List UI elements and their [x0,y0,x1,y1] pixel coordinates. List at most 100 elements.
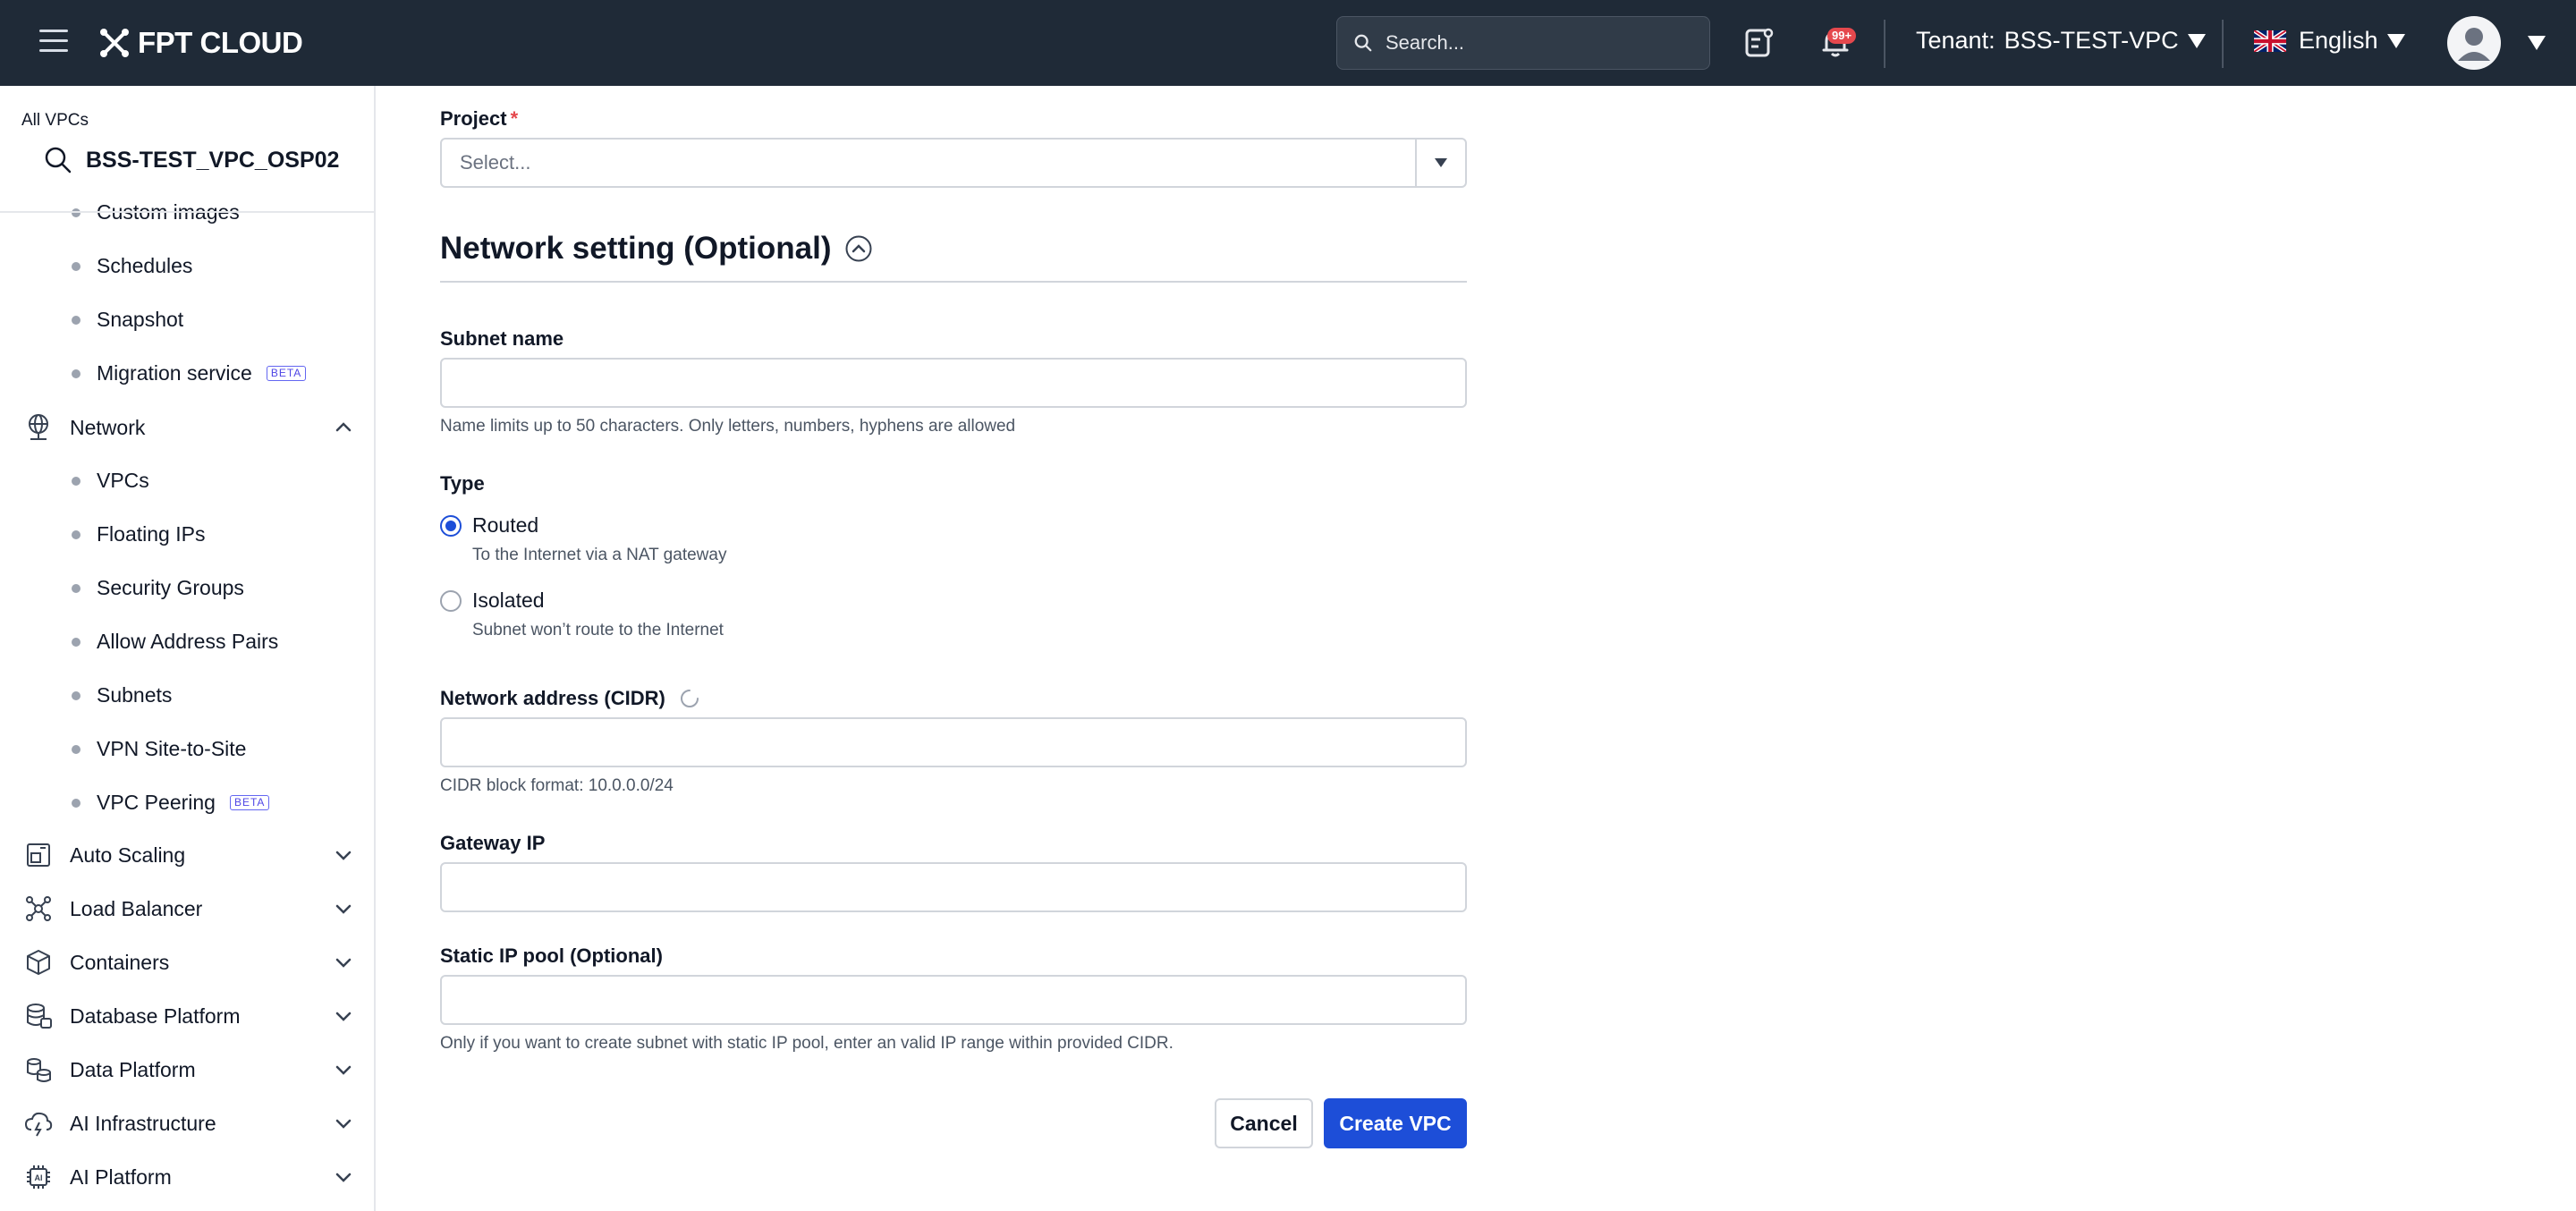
sidebar-section-network[interactable]: Network [23,410,354,445]
uk-flag-icon [2254,30,2286,52]
all-vpcs-link[interactable]: All VPCs [21,111,89,131]
avatar-caret-down-icon[interactable] [2528,36,2546,50]
sidebar-item-schedules[interactable]: Schedules [72,254,192,278]
sidebar-section-ai-platform[interactable]: AI AI Platform [23,1159,354,1195]
search-icon [45,147,72,174]
fpt-cloud-logo[interactable]: FPT CLOUD [97,25,303,61]
sidebar-item-migration-service[interactable]: Migration service BETA [72,361,307,385]
static-ip-pool-help: Only if you want to create subnet with s… [440,1034,1174,1053]
data-platform-icon [27,1058,51,1082]
bullet-icon [72,583,80,593]
project-select-toggle[interactable] [1415,140,1465,186]
beta-badge: BETA [266,366,307,381]
create-vpc-button[interactable]: Create VPC [1324,1098,1467,1148]
type-option-isolated[interactable]: Isolated [440,589,545,613]
cidr-help: CIDR block format: 10.0.0.0/24 [440,776,674,795]
sidebar-section-label: Load Balancer [70,896,203,920]
search-icon [1354,34,1372,52]
bullet-icon [72,798,80,808]
logo-text: FPT CLOUD [138,26,303,59]
routed-help: To the Internet via a NAT gateway [472,546,727,564]
radio-isolated[interactable] [440,589,462,612]
subnet-name-input[interactable] [440,358,1467,408]
svg-text:AI: AI [35,1173,43,1182]
sidebar-item-label: Subnets [97,683,173,707]
project-select[interactable]: Select... [440,138,1467,188]
cidr-input[interactable] [440,717,1467,767]
gateway-ip-input[interactable] [440,862,1467,912]
chevron-down-icon [335,1012,352,1021]
chevron-down-icon [335,851,352,860]
sidebar-item-snapshot[interactable]: Snapshot [72,308,183,332]
hamburger-menu-icon[interactable] [39,30,68,55]
static-ip-pool-label: Static IP pool (Optional) [440,944,663,967]
chevron-down-icon [335,958,352,968]
sidebar-item-security-groups[interactable]: Security Groups [72,576,244,600]
radio-label: Isolated [472,589,545,612]
sidebar-section-load-balancer[interactable]: Load Balancer [23,891,354,927]
collapse-section-icon[interactable] [844,234,873,263]
vpc-name-row[interactable]: BSS-TEST_VPC_OSP02 [43,145,339,175]
sidebar-section-label: AI Platform [70,1164,172,1189]
sidebar-section-label: Containers [70,950,170,974]
sidebar-item-vpc-peering[interactable]: VPC Peering BETA [72,791,270,815]
sidebar-section-label: Network [70,415,146,439]
type-option-routed[interactable]: Routed [440,513,538,538]
sidebar-item-floating-ips[interactable]: Floating IPs [72,522,205,546]
sidebar-item-subnets[interactable]: Subnets [72,683,172,707]
caret-down-icon [2187,33,2206,48]
sidebar-item-vpcs[interactable]: VPCs [72,469,149,493]
tenant-value: BSS-TEST-VPC [2004,27,2179,54]
sidebar-item-allow-address-pairs[interactable]: Allow Address Pairs [72,630,278,654]
sidebar-divider [0,211,374,213]
language-selector[interactable]: English [2254,27,2405,55]
user-avatar-icon [2458,28,2490,61]
billing-document-icon[interactable] [1741,25,1776,61]
chevron-up-icon [335,422,352,432]
gateway-ip-label: Gateway IP [440,832,546,854]
sidebar-section-label: Database Platform [70,1004,241,1028]
radio-label: Routed [472,513,539,537]
tenant-selector[interactable]: Tenant: BSS-TEST-VPC [1916,27,2206,55]
sidebar-item-vpn-site-to-site[interactable]: VPN Site-to-Site [72,737,246,761]
sidebar-item-label: Floating IPs [97,522,206,546]
sidebar-section-ai-infrastructure[interactable]: AI Infrastructure [23,1105,354,1141]
bullet-icon [72,261,80,271]
chevron-down-icon [335,1119,352,1129]
static-ip-pool-input[interactable] [440,975,1467,1025]
containers-icon [27,950,50,975]
sidebar-section-auto-scaling[interactable]: Auto Scaling [23,837,354,873]
bullet-icon [72,476,80,486]
sidebar: All VPCs BSS-TEST_VPC_OSP02 Custom image… [0,86,376,1211]
user-avatar[interactable] [2447,16,2501,70]
sidebar-item-label: Migration service [97,361,252,385]
load-balancer-icon [26,896,51,921]
sidebar-item-label: Security Groups [97,576,244,599]
subnet-name-label: Subnet name [440,327,564,350]
bullet-icon [72,368,80,378]
radio-routed[interactable] [440,514,462,537]
project-label: Project * [440,107,518,131]
sidebar-item-label: VPC Peering [97,791,216,814]
cidr-label: Network address (CIDR) [440,687,665,709]
sidebar-section-database-platform[interactable]: Database Platform [23,998,354,1034]
chevron-down-icon [335,904,352,914]
subnet-name-help: Name limits up to 50 characters. Only le… [440,417,1016,436]
sidebar-section-data-platform[interactable]: Data Platform [23,1052,354,1088]
database-icon [27,1004,52,1029]
bullet-icon [72,744,80,754]
required-mark: * [510,107,519,130]
bullet-icon [72,690,80,700]
isolated-help: Subnet won’t route to the Internet [472,621,724,639]
bullet-icon [72,637,80,647]
project-select-placeholder: Select... [460,151,531,174]
global-search[interactable] [1336,16,1710,70]
info-icon[interactable] [680,689,699,708]
cancel-button[interactable]: Cancel [1215,1098,1313,1148]
sidebar-item-label: VPCs [97,469,149,492]
auto-scaling-icon [27,843,50,867]
search-input[interactable] [1385,31,1690,55]
section-divider [440,281,1467,283]
logo-mark-icon [100,29,129,57]
sidebar-section-containers[interactable]: Containers [23,944,354,980]
